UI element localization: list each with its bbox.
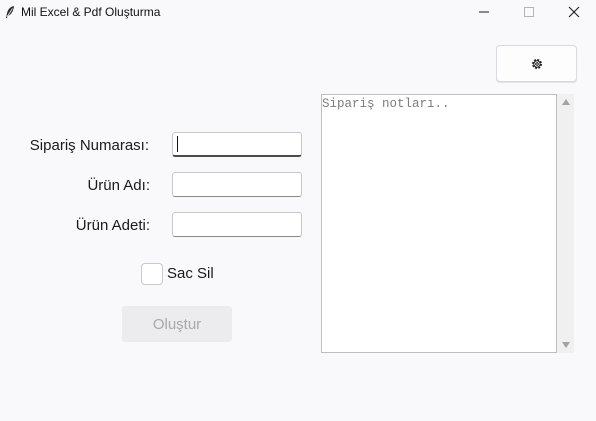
notes-placeholder: Sipariş notları.. [322, 97, 450, 111]
triangle-up-icon [561, 99, 570, 105]
close-button[interactable] [552, 0, 596, 24]
scroll-down-button[interactable] [557, 337, 574, 353]
window-title: Mil Excel & Pdf Oluşturma [21, 5, 161, 19]
product-name-field[interactable] [172, 172, 302, 197]
scroll-up-button[interactable] [557, 94, 574, 110]
create-button[interactable]: Oluştur [122, 306, 232, 342]
title-bar: Mil Excel & Pdf Oluşturma [0, 0, 596, 24]
sac-sil-label[interactable]: Sac Sil [167, 265, 214, 282]
feather-icon [4, 5, 16, 19]
sac-sil-checkbox[interactable] [141, 263, 163, 285]
notes-scrollbar[interactable] [557, 94, 574, 353]
order-number-label: Sipariş Numarası: [29, 137, 149, 154]
triangle-down-icon [561, 342, 570, 348]
order-number-field[interactable] [172, 132, 302, 157]
maximize-button[interactable] [507, 0, 551, 24]
gear-icon [531, 58, 542, 69]
minimize-icon [479, 11, 489, 13]
notes-textarea[interactable] [321, 94, 557, 353]
minimize-button[interactable] [462, 0, 506, 24]
product-name-label: Ürün Adı: [87, 177, 150, 194]
maximize-icon [524, 7, 534, 17]
settings-button[interactable] [496, 45, 577, 82]
product-qty-label: Ürün Adeti: [75, 217, 150, 234]
close-icon [568, 6, 580, 18]
product-qty-field[interactable] [172, 212, 302, 237]
text-caret [177, 136, 178, 152]
